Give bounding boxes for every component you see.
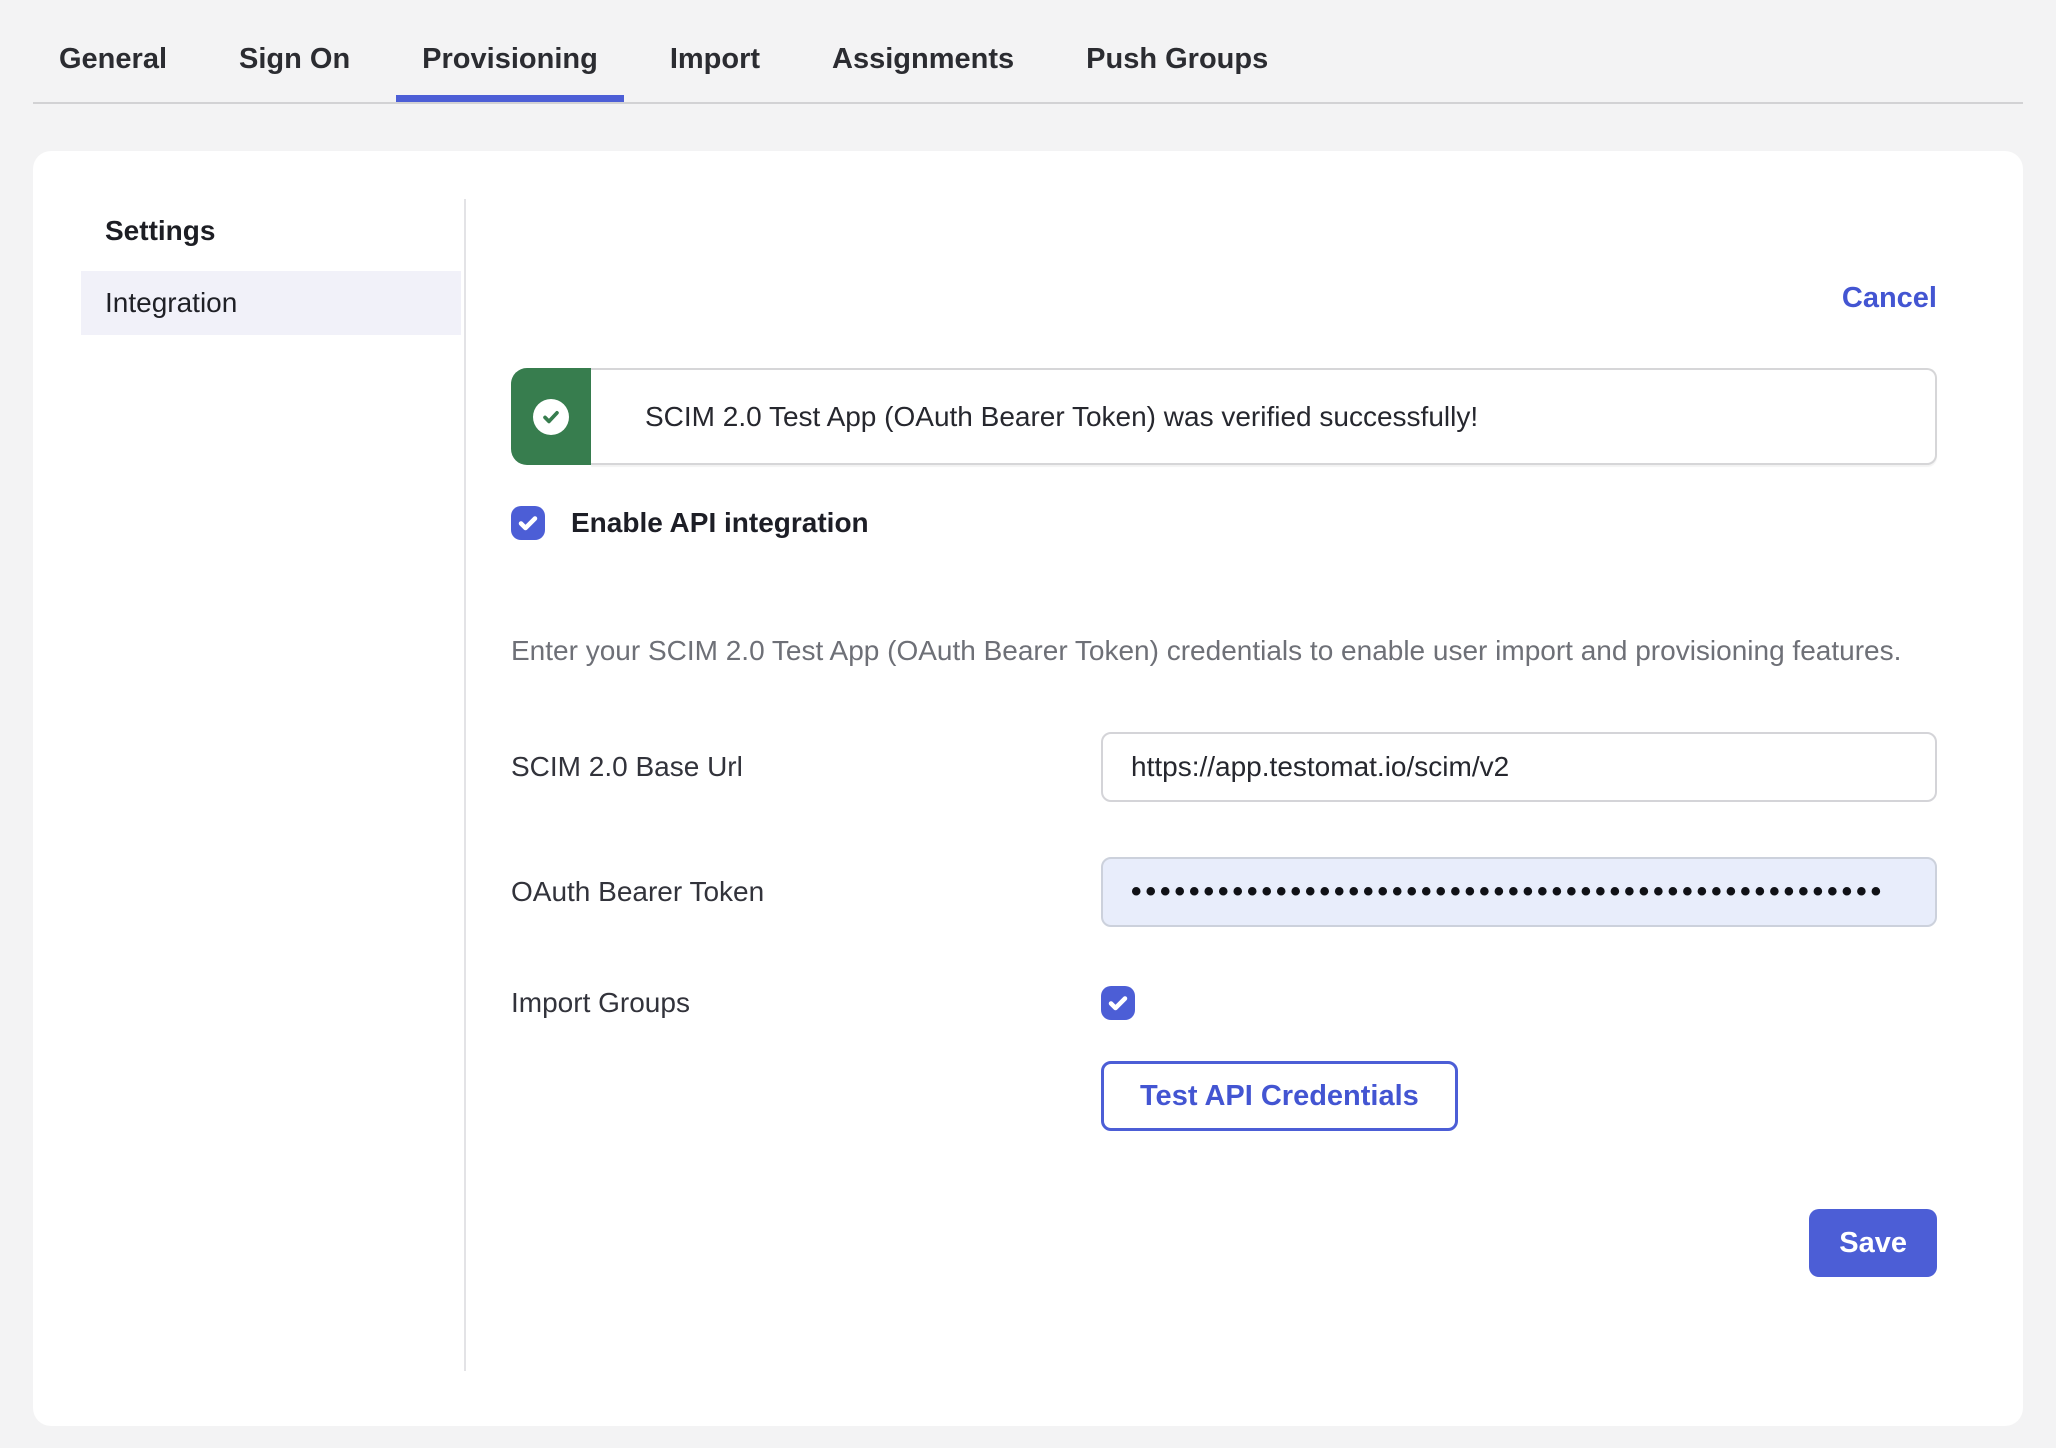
integration-settings-panel: Cancel SCIM 2.0 Test App (OAuth Bearer T… [511, 151, 1937, 1277]
test-api-credentials-button[interactable]: Test API Credentials [1101, 1061, 1458, 1131]
success-check-icon [533, 399, 569, 435]
tab-sign-on[interactable]: Sign On [213, 16, 376, 102]
success-alert: SCIM 2.0 Test App (OAuth Bearer Token) w… [511, 368, 1937, 465]
oauth-bearer-token-label: OAuth Bearer Token [511, 876, 1101, 908]
tab-assignments[interactable]: Assignments [806, 16, 1040, 102]
sidebar-item-integration[interactable]: Integration [81, 271, 461, 335]
enable-api-integration-checkbox[interactable] [511, 506, 545, 540]
oauth-bearer-token-input[interactable] [1101, 857, 1937, 927]
credentials-form: SCIM 2.0 Base Url OAuth Bearer Token Imp… [511, 732, 1937, 1131]
sidebar-item-label: Integration [105, 287, 237, 319]
scim-base-url-label: SCIM 2.0 Base Url [511, 751, 1101, 783]
tab-general[interactable]: General [33, 16, 193, 102]
checkbox-check-icon [516, 511, 540, 535]
tab-push-groups[interactable]: Push Groups [1060, 16, 1294, 102]
provisioning-card: Settings Integration Cancel SCIM 2.0 Tes… [33, 151, 2023, 1426]
success-alert-icon-block [511, 368, 591, 465]
scim-base-url-input[interactable] [1101, 732, 1937, 802]
app-tab-bar: General Sign On Provisioning Import Assi… [33, 0, 2023, 104]
cancel-link[interactable]: Cancel [1842, 282, 1937, 318]
vertical-divider [464, 199, 466, 1371]
tab-provisioning[interactable]: Provisioning [396, 16, 624, 102]
success-alert-message: SCIM 2.0 Test App (OAuth Bearer Token) w… [645, 401, 1478, 433]
enable-api-integration-label: Enable API integration [571, 507, 869, 539]
checkbox-check-icon [1106, 991, 1130, 1015]
import-groups-label: Import Groups [511, 987, 1101, 1019]
import-groups-checkbox[interactable] [1101, 986, 1135, 1020]
credentials-description: Enter your SCIM 2.0 Test App (OAuth Bear… [511, 627, 1931, 674]
settings-sidebar: Settings Integration [81, 215, 461, 335]
save-button[interactable]: Save [1809, 1209, 1937, 1277]
tab-import[interactable]: Import [644, 16, 786, 102]
sidebar-title: Settings [81, 215, 461, 247]
